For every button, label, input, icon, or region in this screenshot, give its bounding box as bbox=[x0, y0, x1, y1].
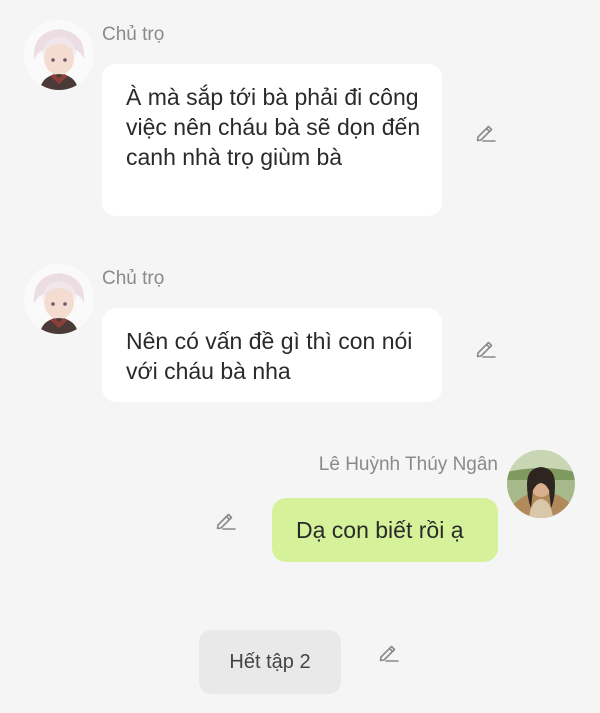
message-3-sender-name: Lê Huỳnh Thúy Ngân bbox=[318, 454, 498, 475]
message-3-bubble[interactable]: Dạ con biết rồi ạ bbox=[272, 498, 498, 562]
message-3-text: Dạ con biết rồi ạ bbox=[296, 517, 464, 543]
pencil-icon bbox=[216, 513, 236, 530]
message-1-bubble[interactable]: À mà sắp tới bà phải đi công việc nên ch… bbox=[102, 64, 442, 216]
message-1-edit-button[interactable] bbox=[471, 118, 499, 146]
landlord-avatar-image bbox=[24, 20, 94, 90]
landlord-avatar[interactable] bbox=[24, 264, 94, 334]
pencil-icon bbox=[476, 125, 496, 142]
pencil-icon bbox=[379, 645, 399, 662]
end-of-episode-chip[interactable]: Hết tập 2 bbox=[199, 630, 341, 694]
message-2-sender-name: Chủ trọ bbox=[102, 268, 165, 289]
end-marker-edit-button[interactable] bbox=[374, 638, 402, 666]
message-3-edit-button[interactable] bbox=[211, 506, 239, 534]
message-2-bubble[interactable]: Nên có vấn đề gì thì con nói với cháu bà… bbox=[102, 308, 442, 402]
user-avatar[interactable] bbox=[507, 450, 575, 518]
landlord-avatar[interactable] bbox=[24, 20, 94, 90]
message-1-text: À mà sắp tới bà phải đi công việc nên ch… bbox=[126, 84, 421, 170]
user-photo-avatar-image bbox=[507, 450, 575, 518]
message-2-edit-button[interactable] bbox=[471, 334, 499, 362]
landlord-avatar-image bbox=[24, 264, 94, 334]
end-of-episode-label: Hết tập 2 bbox=[229, 650, 311, 673]
message-1-sender-name: Chủ trọ bbox=[102, 24, 165, 45]
pencil-icon bbox=[476, 341, 496, 358]
message-2-text: Nên có vấn đề gì thì con nói với cháu bà… bbox=[126, 328, 413, 384]
